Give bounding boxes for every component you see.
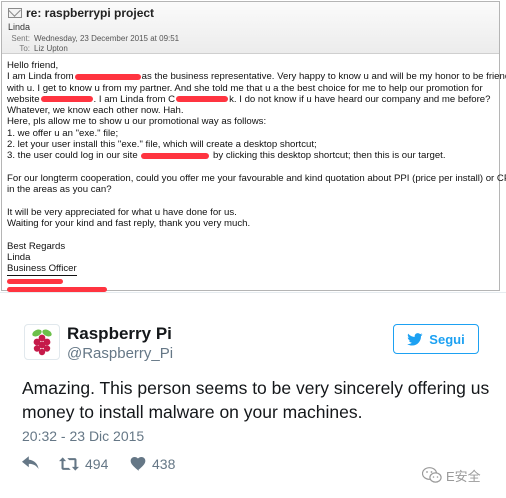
to-value: Liz Upton <box>34 44 68 53</box>
body-line: in the areas as you can? <box>7 184 112 196</box>
signature-line: Business Officer <box>7 263 77 276</box>
sent-value: Wednesday, 23 December 2015 at 09:51 <box>34 34 180 43</box>
body-text: as the business representative. Very hap… <box>141 71 506 83</box>
redaction-mark <box>7 286 107 292</box>
heart-icon <box>130 457 146 471</box>
reply-button[interactable] <box>22 456 39 470</box>
signature-redactions <box>7 276 493 292</box>
envelope-icon <box>8 8 22 18</box>
body-text: 3. the user could log in our site <box>7 150 138 162</box>
follow-button[interactable]: Segui <box>393 324 479 354</box>
like-count: 438 <box>152 456 176 472</box>
body-line: Here, pls allow me to show u our promoti… <box>7 116 267 128</box>
email-header: re: raspberrypi project Linda Sent: Wedne… <box>2 2 499 54</box>
wechat-icon <box>422 467 442 483</box>
retweet-icon <box>59 457 79 471</box>
email-message: re: raspberrypi project Linda Sent: Wedne… <box>1 1 506 292</box>
tweet-card: Raspberry Pi @Raspberry_Pi Segui Amazing… <box>0 292 506 498</box>
redaction-mark <box>40 96 93 103</box>
signature-line: Best Regards <box>7 240 66 252</box>
email-to-row: To: Liz Upton <box>8 44 68 53</box>
twitter-bird-icon <box>407 332 423 346</box>
to-label: To: <box>19 44 30 53</box>
body-text: . I am Linda from C <box>93 93 176 105</box>
body-text: by clicking this desktop shortcut; then … <box>213 150 446 162</box>
body-line: 1. we offer u an "exe." file; <box>7 127 119 139</box>
like-button[interactable]: 438 <box>130 456 175 472</box>
body-line: Whatever, we know each other now. Hah. <box>7 105 184 117</box>
avatar[interactable] <box>24 324 60 360</box>
email-body: Hello friend, I am Linda from as the busi… <box>7 60 506 292</box>
body-line: with u. I get to know u from my partner.… <box>7 82 483 94</box>
watermark-text: E安全 <box>446 469 481 484</box>
raspberry-pi-logo-icon <box>32 329 52 356</box>
redaction-mark <box>7 278 63 284</box>
signature-line: Linda <box>7 252 31 264</box>
email-subject: re: raspberrypi project <box>26 6 155 20</box>
watermark: E安全 <box>422 466 481 485</box>
body-line: I am Linda from as the business represent… <box>7 71 506 83</box>
body-line: For our longterm cooperation, could you … <box>7 172 506 184</box>
retweet-count: 494 <box>85 456 109 472</box>
body-text: k. I do not know if u have heard our com… <box>229 93 491 105</box>
divider <box>0 292 506 293</box>
body-line: Waiting for your kind and fast reply, th… <box>7 218 251 230</box>
sent-label: Sent: <box>11 34 30 43</box>
body-text: website <box>7 93 40 105</box>
body-line: It will be very appreciated for what u h… <box>7 206 237 218</box>
body-line: 2. let your user install this "exe." fil… <box>7 139 317 151</box>
redaction-mark <box>74 73 141 80</box>
body-text: I am Linda from <box>7 71 74 83</box>
redaction-mark <box>176 96 229 103</box>
email-sent-row: Sent: Wednesday, 23 December 2015 at 09:5… <box>8 34 179 43</box>
tweet-text: Amazing. This person seems to be very si… <box>22 378 490 422</box>
retweet-button[interactable]: 494 <box>59 456 108 472</box>
body-line: 3. the user could log in our site by cli… <box>7 150 493 161</box>
follow-label: Segui <box>429 331 465 347</box>
user-handle[interactable]: @Raspberry_Pi <box>67 345 173 362</box>
display-name[interactable]: Raspberry Pi <box>67 324 172 344</box>
redaction-mark <box>141 152 210 159</box>
tweet-timestamp[interactable]: 20:32 - 23 Dic 2015 <box>22 428 144 444</box>
reply-icon <box>22 456 39 469</box>
body-line: website . I am Linda from C k. I do not kn… <box>7 94 493 105</box>
email-sender: Linda <box>8 22 31 32</box>
body-line: Hello friend, <box>7 60 59 71</box>
